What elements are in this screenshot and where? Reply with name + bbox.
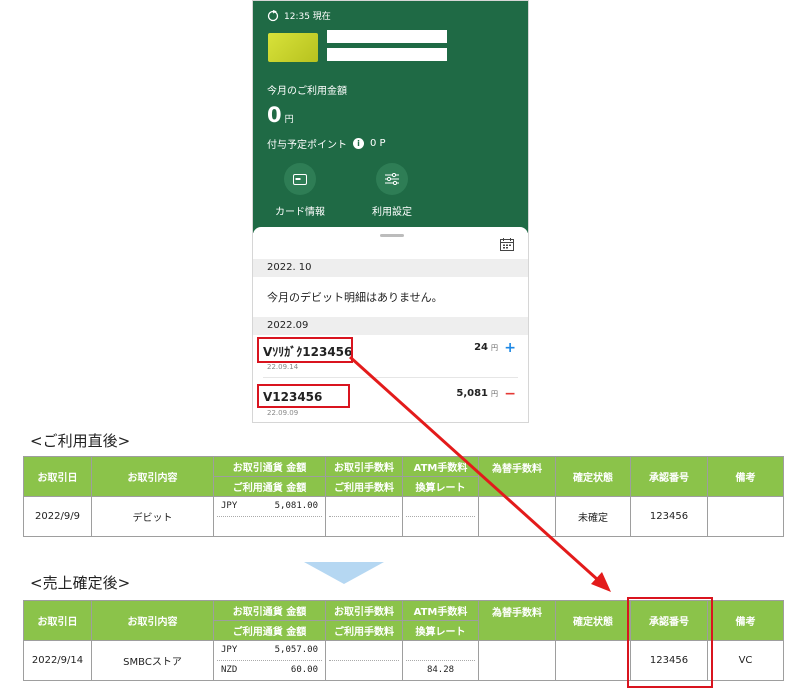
col-usage-amount: ご利用通貨 金額 — [213, 476, 326, 497]
usage-settings-button[interactable]: 利用設定 — [357, 163, 427, 218]
col-fx-fee: 為替手数料 — [478, 456, 556, 497]
cell-amount: JPY 5,081.00 — [213, 496, 326, 537]
account-summary-panel: 12:35 現在 今月のご利用金額 0円 付与予定ポイント i 0 P カード情… — [253, 1, 528, 233]
cell-status: 未確定 — [555, 496, 631, 537]
col-fx-fee: 為替手数料 — [478, 600, 556, 641]
cell-note: VC — [707, 640, 784, 681]
col-currency-amount: お取引通貨 金額 — [213, 456, 326, 477]
cell-atm-fee — [402, 496, 479, 537]
amount-value: 24 — [474, 342, 488, 353]
cell-status — [555, 640, 631, 681]
settings-sliders-icon — [385, 173, 399, 185]
cell-atm-fee: 84.28 — [402, 640, 479, 681]
amount: 60.00 — [290, 665, 318, 675]
card-thumbnail[interactable] — [268, 33, 318, 62]
currency-code: JPY — [221, 501, 238, 511]
usage-settings-label: 利用設定 — [372, 207, 412, 218]
monthly-usage-amount: 0円 — [267, 103, 294, 127]
masked-card-name — [327, 30, 447, 43]
col-exchange-rate: 換算レート — [402, 620, 479, 641]
cell-content: デビット — [91, 496, 214, 537]
table-row: 2022/9/9 デビット JPY 5,081.00 未確定 123456 — [23, 496, 784, 537]
amount: 5,057.00 — [274, 645, 318, 655]
col-status: 確定状態 — [555, 600, 631, 641]
down-arrow-indicator — [304, 562, 384, 584]
section-title-right-after-use: <ご利用直後> — [30, 432, 131, 450]
card-icon — [293, 173, 307, 185]
month-header-oct: 2022. 10 — [253, 259, 528, 277]
transaction-table-before: お取引日 お取引内容 お取引通貨 金額 お取引手数料 ATM手数料 為替手数料 … — [23, 456, 784, 537]
points-value: 0 P — [370, 138, 386, 149]
currency-code: NZD — [221, 665, 238, 675]
yen-unit: 円 — [284, 115, 294, 125]
row-divider — [263, 377, 518, 378]
highlight-box-approval — [627, 597, 713, 688]
yen-unit: 円 — [491, 344, 498, 352]
card-info-label: カード情報 — [275, 207, 325, 218]
col-atm-fee: ATM手数料 — [402, 456, 479, 477]
col-approval: 承認番号 — [630, 456, 708, 497]
transaction-date: 22.09.09 — [267, 409, 299, 417]
cell-date: 2022/9/9 — [23, 496, 92, 537]
cell-content: SMBCストア — [91, 640, 214, 681]
refresh-icon[interactable] — [267, 9, 279, 22]
col-fee: お取引手数料 — [325, 600, 403, 621]
cell-approval: 123456 — [630, 496, 708, 537]
col-usage-fee: ご利用手数料 — [325, 620, 403, 641]
time-text: 12:35 現在 — [284, 12, 331, 22]
empty-statement-message: 今月のデビット明細はありません。 — [267, 291, 443, 304]
transaction-amount: 5,081 円 — [456, 388, 498, 399]
points-row: 付与予定ポイント i 0 P — [267, 136, 386, 151]
cell-fx-fee — [478, 640, 556, 681]
highlight-box-pending — [257, 337, 353, 363]
col-fee: お取引手数料 — [325, 456, 403, 477]
amount-value: 5,081 — [456, 388, 488, 399]
col-usage-fee: ご利用手数料 — [325, 476, 403, 497]
transaction-amount: 24 円 — [474, 342, 498, 353]
monthly-usage-label: 今月のご利用金額 — [267, 86, 347, 97]
amount: 5,081.00 — [274, 501, 318, 511]
amount-value: 0 — [267, 103, 282, 127]
cell-date: 2022/9/14 — [23, 640, 92, 681]
exchange-rate-value: 84.28 — [426, 665, 455, 675]
minus-icon: − — [504, 386, 516, 402]
col-currency-amount: お取引通貨 金額 — [213, 600, 326, 621]
calendar-icon[interactable] — [500, 238, 514, 251]
col-content: お取引内容 — [91, 600, 214, 641]
col-date: お取引日 — [23, 600, 92, 641]
card-info-button[interactable]: カード情報 — [265, 163, 335, 218]
points-label: 付与予定ポイント — [267, 140, 347, 151]
cell-fx-fee — [478, 496, 556, 537]
col-usage-amount: ご利用通貨 金額 — [213, 620, 326, 641]
plus-icon: + — [504, 340, 516, 356]
col-date: お取引日 — [23, 456, 92, 497]
cell-amount: JPY 5,057.00 NZD 60.00 — [213, 640, 326, 681]
col-atm-fee: ATM手数料 — [402, 600, 479, 621]
transaction-date: 22.09.14 — [267, 363, 299, 371]
highlight-box-settled — [257, 384, 350, 408]
col-note: 備考 — [707, 456, 784, 497]
drag-handle[interactable] — [380, 234, 404, 237]
currency-code: JPY — [221, 645, 238, 655]
section-title-after-settlement: <売上確定後> — [30, 574, 131, 592]
col-note: 備考 — [707, 600, 784, 641]
cell-fee — [325, 496, 403, 537]
col-status: 確定状態 — [555, 456, 631, 497]
month-header-sep: 2022.09 — [253, 317, 528, 335]
cell-fee — [325, 640, 403, 681]
update-time: 12:35 現在 — [267, 9, 331, 22]
col-content: お取引内容 — [91, 456, 214, 497]
yen-unit: 円 — [491, 390, 498, 398]
cell-note — [707, 496, 784, 537]
info-icon[interactable]: i — [353, 138, 364, 149]
masked-card-number — [327, 48, 447, 61]
col-exchange-rate: 換算レート — [402, 476, 479, 497]
